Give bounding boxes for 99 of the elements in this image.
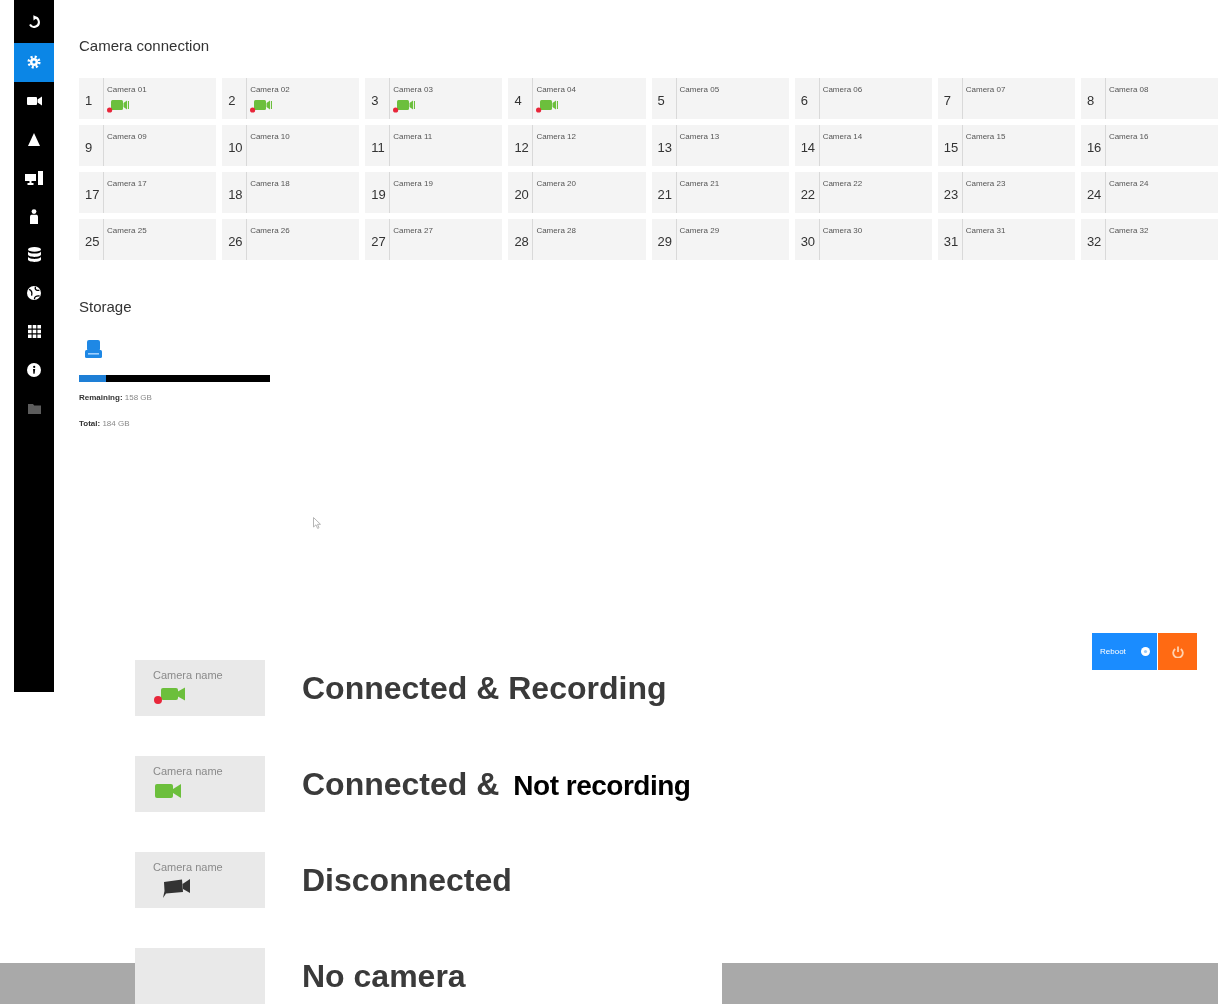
camera-name: Camera 03 (393, 85, 433, 94)
circle-icon (1141, 647, 1150, 656)
channel-number: 16 (1086, 139, 1102, 155)
channel-number: 10 (228, 139, 243, 155)
camera-name: Camera 10 (250, 132, 290, 141)
channel-number: 21 (657, 186, 672, 202)
camera-icon (155, 783, 181, 799)
remaining-text: Remaining: 158 GB (79, 393, 152, 403)
channel-number: 17 (85, 186, 100, 202)
camera-name: Camera name (153, 861, 223, 874)
camera-name: Camera 26 (250, 226, 290, 235)
grid-icon (27, 325, 41, 339)
camera-name: Camera 29 (679, 226, 720, 235)
legend-label: Connected & (302, 765, 500, 803)
cursor-icon (313, 517, 321, 529)
camera-name: Camera 12 (536, 132, 576, 141)
globe-icon (27, 286, 41, 301)
camera-name: Camera 05 (679, 85, 720, 94)
channel-number: 4 (514, 92, 522, 108)
channel-number: 27 (371, 233, 386, 249)
channel-number: 13 (657, 139, 672, 155)
legend-label: Disconnected (302, 861, 512, 899)
camera-name: Camera 32 (1108, 226, 1149, 235)
channel-number: 6 (800, 92, 808, 108)
channel-number: 24 (1086, 186, 1102, 202)
camera-name: Camera name (153, 669, 223, 682)
channel-number: 29 (657, 233, 672, 249)
channel-number: 14 (800, 139, 816, 155)
camera-name: Camera 22 (822, 179, 863, 188)
reboot-button[interactable]: Reboot (1092, 633, 1157, 670)
triangle-icon (28, 132, 40, 146)
legend-label: No camera (302, 957, 466, 995)
camera-name: Camera 23 (965, 179, 1006, 188)
recording-camera-icon (250, 99, 273, 113)
power-icon (1171, 645, 1184, 658)
camera-name: Camera 01 (107, 85, 147, 94)
channel-number: 11 (371, 139, 385, 155)
channel-number: 23 (943, 186, 959, 202)
camera-name: Camera 25 (107, 226, 147, 235)
section-title: Camera connection (79, 37, 210, 55)
recording-camera-icon (153, 686, 185, 704)
channel-number: 1 (85, 92, 93, 108)
channel-number: 30 (800, 233, 816, 249)
channel-number: 32 (1086, 233, 1102, 249)
camera-name: Camera 30 (822, 226, 863, 235)
channel-number: 5 (657, 92, 665, 108)
camera-name: Camera 18 (250, 179, 290, 188)
camera-name: Camera 09 (107, 132, 147, 141)
camera-name: Camera 15 (965, 132, 1006, 141)
channel-number: 7 (943, 92, 951, 108)
camera-name: Camera 07 (965, 85, 1006, 94)
channel-number: 26 (228, 233, 243, 249)
computer-icon (25, 170, 43, 185)
database-icon (27, 247, 41, 263)
channel-number: 28 (514, 233, 529, 249)
legend-label: Connected & Recording (302, 669, 667, 707)
camera-name: Camera name (153, 765, 223, 778)
camera-name: Camera 14 (822, 132, 863, 141)
camera-name: Camera 16 (1108, 132, 1149, 141)
camera-name: Camera 20 (536, 179, 576, 188)
camera-name: Camera 08 (1108, 85, 1149, 94)
channel-number: 22 (800, 186, 816, 202)
recording-camera-icon (107, 99, 129, 113)
hard-drive-icon (85, 340, 102, 358)
channel-number: 12 (514, 139, 529, 155)
channel-number: 2 (228, 92, 236, 108)
channel-number: 15 (943, 139, 959, 155)
camera-name: Camera 02 (250, 85, 290, 94)
person-icon (29, 208, 39, 224)
channel-number: 31 (943, 233, 959, 249)
camera-name: Camera 13 (679, 132, 720, 141)
channel-number: 25 (85, 233, 100, 249)
channel-number: 19 (371, 186, 386, 202)
channel-number: 3 (371, 92, 379, 108)
camera-name: Camera 28 (536, 226, 576, 235)
channel-number: 8 (1086, 92, 1095, 108)
gear-icon (27, 55, 41, 70)
channel-number: 18 (228, 186, 243, 202)
section-title: Storage (79, 298, 132, 316)
camera-name: Camera 04 (536, 85, 576, 94)
channel-number: 9 (85, 139, 93, 155)
camera-name: Camera 31 (965, 226, 1006, 235)
video-camera-icon (26, 95, 42, 106)
camera-name: Camera 17 (107, 179, 147, 188)
folder-icon (27, 403, 41, 414)
camera-icon (163, 876, 190, 898)
channel-number: 20 (514, 186, 529, 202)
camera-name: Camera 06 (822, 85, 863, 94)
recording-camera-icon (536, 99, 559, 113)
info-icon (27, 363, 41, 378)
camera-name: Camera 19 (393, 179, 433, 188)
camera-name: Camera 27 (393, 226, 433, 235)
legend-label: Not recording (513, 769, 691, 803)
recording-camera-icon (393, 99, 416, 113)
circular-arrow-icon (27, 14, 41, 29)
total-text: Total: 184 GB (79, 419, 130, 429)
camera-name: Camera 24 (1108, 179, 1149, 188)
camera-name: Camera 11 (393, 132, 433, 141)
camera-name: Camera 21 (679, 179, 720, 188)
